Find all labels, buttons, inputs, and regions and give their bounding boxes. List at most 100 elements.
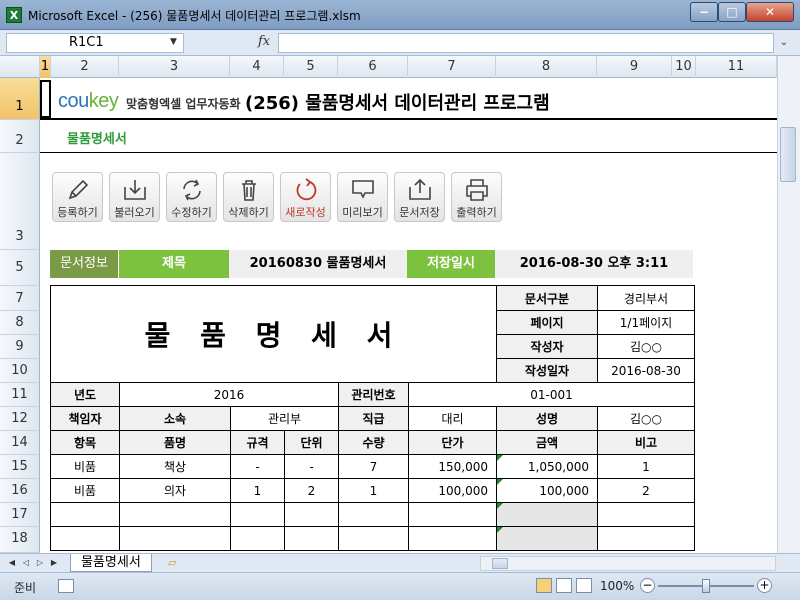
author-value[interactable]: 김○○ [597,334,695,359]
item-unit[interactable]: - [284,454,339,479]
preview-button[interactable]: 미리보기 [337,172,388,222]
maximize-button[interactable]: □ [718,2,746,22]
new-document-button[interactable]: 새로작성 [280,172,331,222]
row-header[interactable]: 7 [0,286,40,311]
zoom-slider-handle[interactable] [702,579,710,593]
item-spec[interactable]: 1 [230,478,285,503]
item-spec[interactable]: - [230,454,285,479]
column-header[interactable]: 6 [338,56,408,78]
zoom-out-button[interactable]: − [640,578,655,593]
item-name[interactable]: 의자 [119,478,231,503]
item-note[interactable]: 1 [597,454,695,479]
doc-type-value[interactable]: 경리부서 [597,285,695,311]
close-button[interactable]: ✕ [746,2,794,22]
zoom-in-button[interactable]: + [757,578,772,593]
item-amount[interactable]: 100,000 [496,478,598,503]
item-category[interactable]: 비품 [50,454,120,479]
empty-cell[interactable] [338,502,409,527]
register-button[interactable]: 등록하기 [52,172,103,222]
date-value[interactable]: 2016-08-30 [597,358,695,383]
item-unit[interactable]: 2 [284,478,339,503]
macro-record-icon[interactable] [58,579,74,593]
column-header[interactable]: 9 [597,56,672,78]
empty-cell[interactable] [230,502,285,527]
edit-button[interactable]: 수정하기 [166,172,217,222]
chevron-down-icon[interactable]: ▼ [170,37,177,47]
item-qty[interactable]: 1 [338,478,409,503]
row-header[interactable]: 18 [0,527,40,553]
row-header[interactable]: 8 [0,311,40,335]
horizontal-scrollbar[interactable] [480,556,776,571]
column-header[interactable]: 3 [119,56,230,78]
item-amount[interactable]: 1,050,000 [496,454,598,479]
column-header[interactable]: 11 [696,56,777,78]
prev-sheet-icon[interactable]: ◁ [20,556,32,570]
formula-input[interactable] [278,33,774,53]
delete-button[interactable]: 삭제하기 [223,172,274,222]
row-header[interactable]: 2 [0,120,40,153]
dept-value[interactable]: 관리부 [230,406,339,431]
empty-cell[interactable] [496,526,598,551]
row-header[interactable]: 3 [0,153,40,250]
column-header[interactable]: 4 [230,56,284,78]
item-qty[interactable]: 7 [338,454,409,479]
empty-cell[interactable] [284,526,339,551]
column-header[interactable]: 2 [51,56,119,78]
item-price[interactable]: 150,000 [408,454,497,479]
insert-function-icon[interactable]: fx [258,34,270,49]
row-header[interactable]: 16 [0,479,40,503]
minimize-button[interactable]: − [690,2,718,22]
select-all-corner[interactable] [0,56,40,78]
title-value[interactable]: 20160830 물품명세서 [229,250,407,278]
page-layout-view-icon[interactable] [556,578,572,593]
page-break-view-icon[interactable] [576,578,592,593]
empty-cell[interactable] [119,526,231,551]
column-header[interactable]: 8 [496,56,597,78]
load-button[interactable]: 불러오기 [109,172,160,222]
insert-sheet-icon[interactable]: ▱ [168,556,184,570]
row-header[interactable]: 9 [0,335,40,359]
empty-cell[interactable] [408,502,497,527]
item-category[interactable]: 비품 [50,478,120,503]
empty-cell[interactable] [597,502,695,527]
empty-cell[interactable] [496,502,598,527]
column-header[interactable]: 10 [672,56,696,78]
row-header[interactable]: 14 [0,431,40,455]
row-header[interactable]: 10 [0,359,40,383]
mgmt-no-value[interactable]: 01-001 [408,382,695,407]
row-header[interactable]: 15 [0,455,40,479]
row-header[interactable]: 17 [0,503,40,527]
sheet-tab-active[interactable]: 물품명세서 [70,554,152,572]
column-header[interactable]: 1 [40,56,51,78]
row-header[interactable]: 12 [0,407,40,431]
empty-cell[interactable] [230,526,285,551]
row-header[interactable]: 11 [0,383,40,407]
column-header[interactable]: 7 [408,56,496,78]
item-price[interactable]: 100,000 [408,478,497,503]
row-header[interactable]: 5 [0,250,40,286]
empty-cell[interactable] [408,526,497,551]
horizontal-scroll-thumb[interactable] [492,558,508,569]
name-value[interactable]: 김○○ [597,406,695,431]
empty-cell[interactable] [50,526,120,551]
vertical-scroll-thumb[interactable] [780,127,796,182]
rank-value[interactable]: 대리 [408,406,497,431]
print-button[interactable]: 출력하기 [451,172,502,222]
year-value[interactable]: 2016 [119,382,339,407]
empty-cell[interactable] [50,502,120,527]
empty-cell[interactable] [597,526,695,551]
empty-cell[interactable] [338,526,409,551]
first-sheet-icon[interactable]: ◀ [6,556,18,570]
empty-cell[interactable] [119,502,231,527]
item-name[interactable]: 책상 [119,454,231,479]
last-sheet-icon[interactable]: ▶ [48,556,60,570]
column-header[interactable]: 5 [284,56,338,78]
row-header[interactable]: 1 [0,78,40,120]
empty-cell[interactable] [284,502,339,527]
expand-formula-icon[interactable]: ⌄ [776,34,792,52]
next-sheet-icon[interactable]: ▷ [34,556,46,570]
name-box[interactable]: R1C1 [6,33,184,53]
item-note[interactable]: 2 [597,478,695,503]
zoom-level[interactable]: 100% [600,579,634,593]
save-document-button[interactable]: 문서저장 [394,172,445,222]
